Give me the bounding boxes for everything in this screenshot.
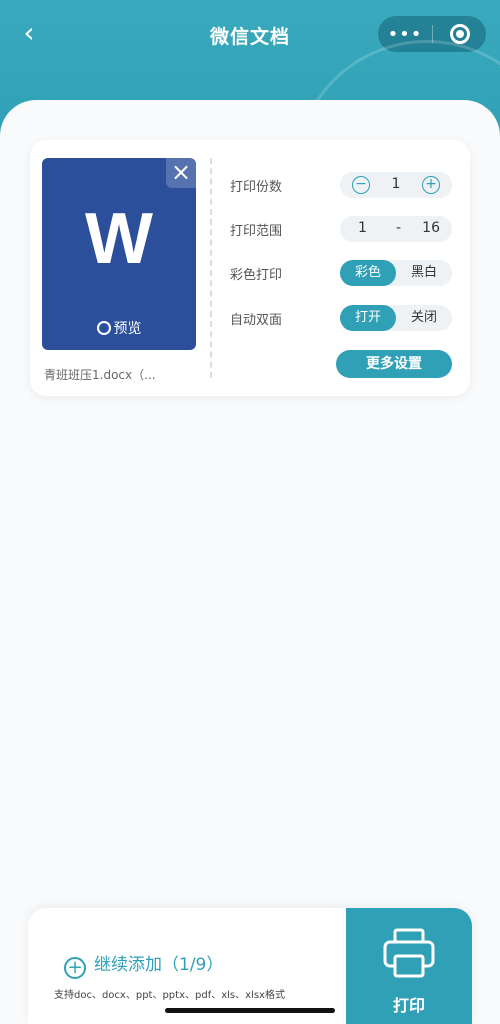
add-circle-icon: +: [64, 957, 86, 979]
miniprogram-capsule: •••: [378, 16, 486, 52]
file-card: W 预览 × 青班班压1.docx（... 打印份数 − 1 + 打印范围 1 …: [30, 140, 470, 396]
supported-formats: 支持doc、docx、ppt、pptx、pdf、xls、xlsx格式: [54, 990, 285, 1001]
close-icon[interactable]: ×: [166, 158, 196, 188]
duplex-on-option[interactable]: 打开: [340, 305, 396, 331]
duplex-row: 自动双面 打开 关闭: [230, 305, 452, 331]
bottom-bar: + 继续添加（1/9） 支持doc、docx、ppt、pptx、pdf、xls、x…: [28, 908, 472, 1024]
printer-icon: [383, 928, 435, 978]
print-label: 打印: [392, 996, 425, 1015]
preview-button[interactable]: 预览: [42, 318, 196, 338]
duplex-off-option[interactable]: 关闭: [396, 305, 452, 331]
more-settings-button[interactable]: 更多设置: [336, 350, 452, 378]
add-count: （1/9）: [162, 955, 224, 975]
color-option[interactable]: 彩色: [340, 260, 396, 286]
color-row: 彩色打印 彩色 黑白: [230, 260, 452, 286]
bw-option[interactable]: 黑白: [396, 260, 452, 286]
add-more-button[interactable]: + 继续添加（1/9）: [64, 950, 223, 979]
range-label: 打印范围: [230, 224, 283, 239]
print-button[interactable]: 打印: [346, 908, 472, 1024]
range-row: 打印范围 1 - 16: [230, 216, 452, 242]
card-divider: [210, 158, 212, 378]
range-separator: -: [396, 220, 402, 236]
duplex-toggle: 打开 关闭: [340, 305, 452, 331]
range-from[interactable]: 1: [358, 220, 367, 236]
close-miniprogram-button[interactable]: [433, 24, 486, 44]
word-logo: W: [85, 199, 153, 279]
color-label: 彩色打印: [230, 268, 283, 283]
color-toggle: 彩色 黑白: [340, 260, 452, 286]
range-to[interactable]: 16: [422, 220, 440, 236]
add-label: 继续添加: [94, 955, 162, 975]
more-dots-icon[interactable]: •••: [378, 24, 432, 45]
duplex-label: 自动双面: [230, 313, 283, 328]
target-icon: [449, 24, 470, 44]
document-thumbnail[interactable]: W 预览 ×: [42, 158, 196, 350]
home-indicator: [165, 1008, 335, 1013]
range-input[interactable]: 1 - 16: [340, 216, 452, 242]
search-icon: [96, 321, 111, 335]
main-sheet: W 预览 × 青班班压1.docx（... 打印份数 − 1 + 打印范围 1 …: [0, 100, 500, 1024]
file-name: 青班班压1.docx（...: [44, 368, 156, 382]
plus-icon[interactable]: +: [422, 176, 440, 194]
copies-stepper: − 1 +: [340, 172, 452, 198]
copies-row: 打印份数 − 1 +: [230, 172, 452, 198]
copies-label: 打印份数: [230, 180, 283, 195]
preview-label: 预览: [113, 321, 142, 337]
